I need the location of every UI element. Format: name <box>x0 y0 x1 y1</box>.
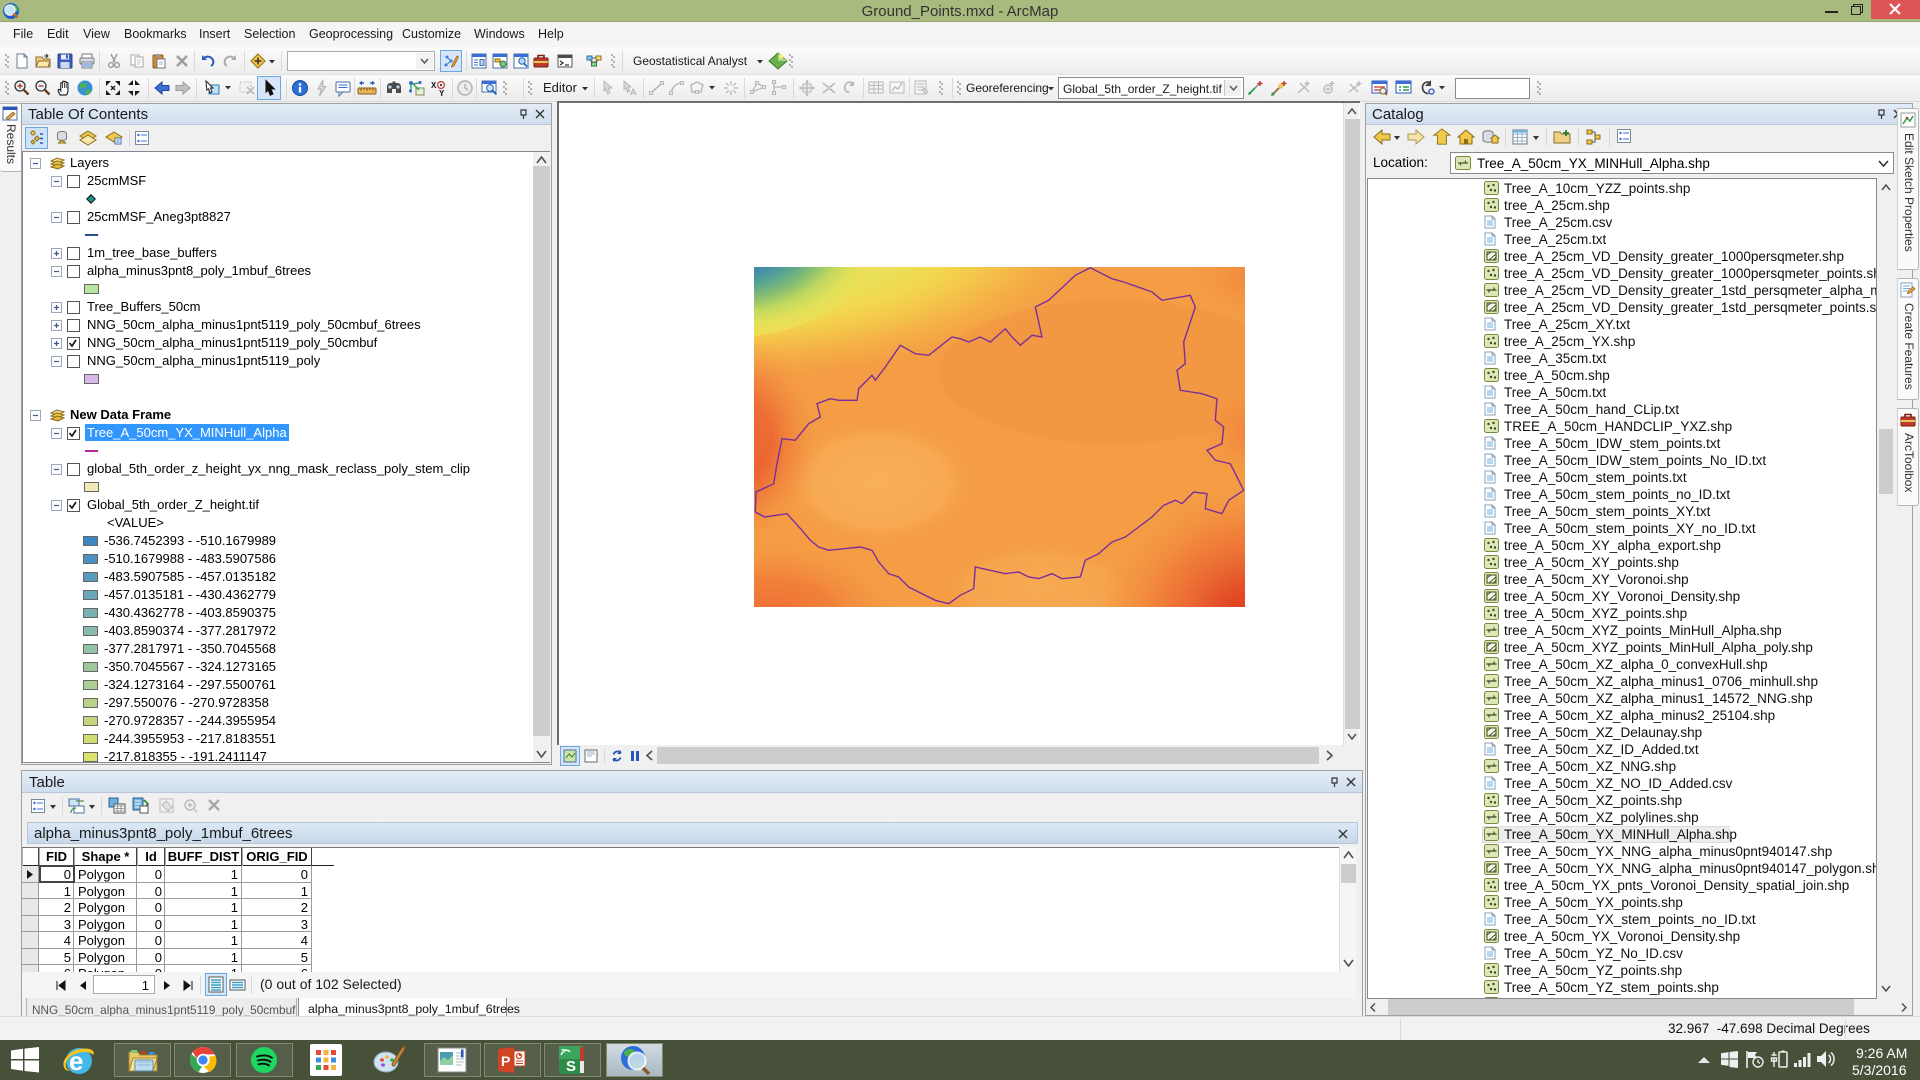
svg-text:P: P <box>501 1053 510 1069</box>
svg-text:A: A <box>630 87 637 97</box>
svg-text:X: X <box>431 81 437 90</box>
svg-text:Y: Y <box>439 89 445 97</box>
svg-text:S: S <box>566 1058 576 1075</box>
